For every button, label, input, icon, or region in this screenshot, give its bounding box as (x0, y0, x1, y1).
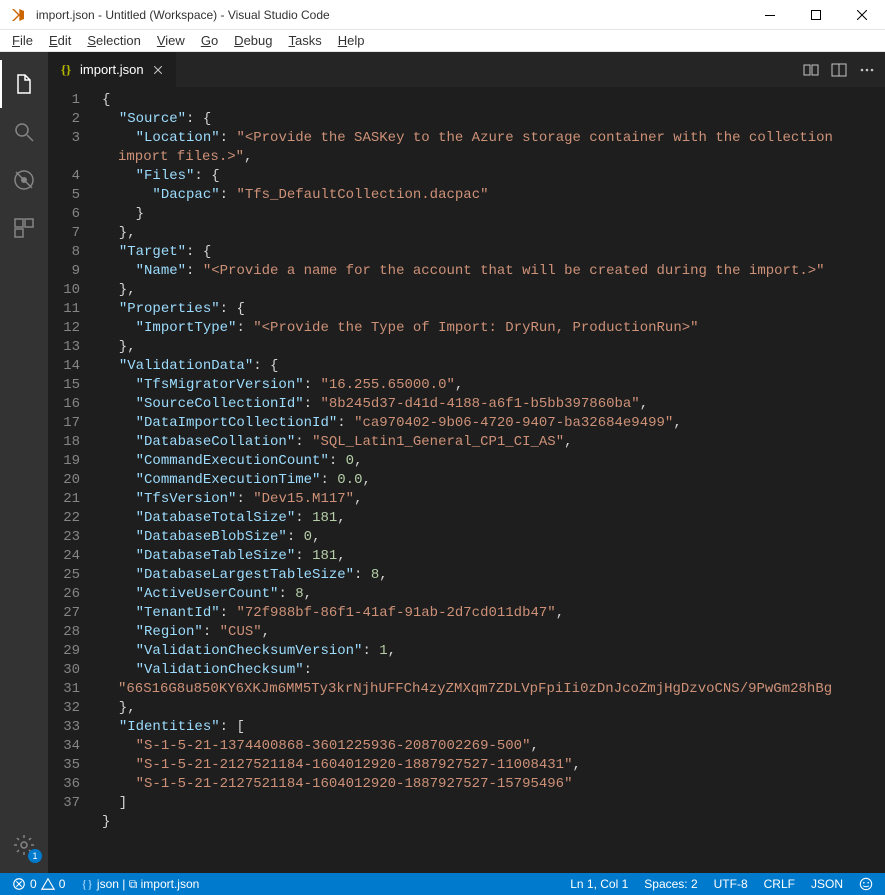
code-line[interactable]: "Location": "<Provide the SASKey to the … (102, 129, 885, 148)
code-line[interactable]: } (102, 205, 885, 224)
code-line[interactable]: "SourceCollectionId": "8b245d37-d41d-418… (102, 395, 885, 414)
menu-selection[interactable]: Selection (79, 31, 148, 50)
code-line[interactable]: "Properties": { (102, 300, 885, 319)
code-editor[interactable]: 1234567891011121314151617181920212223242… (48, 87, 885, 873)
menu-go[interactable]: Go (193, 31, 226, 50)
code-line[interactable]: "S-1-5-21-2127521184-1604012920-18879275… (102, 756, 885, 775)
code-line[interactable]: }, (102, 281, 885, 300)
code-line[interactable]: "Dacpac": "Tfs_DefaultCollection.dacpac" (102, 186, 885, 205)
editor-actions (803, 52, 885, 87)
extensions-icon[interactable] (0, 204, 48, 252)
warning-count: 0 (59, 877, 66, 891)
braces-icon: {} (58, 62, 74, 78)
main-area: 1 {} import.json 12345678910111213141516… (0, 52, 885, 873)
code-line[interactable]: "DatabaseCollation": "SQL_Latin1_General… (102, 433, 885, 452)
vscode-icon (6, 3, 30, 27)
status-bar: 0 0 {} json | ⧉ import.json Ln 1, Col 1 … (0, 873, 885, 895)
status-spaces[interactable]: Spaces: 2 (640, 877, 701, 891)
code-line[interactable]: "ActiveUserCount": 8, (102, 585, 885, 604)
code-line[interactable]: "TenantId": "72f988bf-86f1-41af-91ab-2d7… (102, 604, 885, 623)
split-editor-icon[interactable] (831, 62, 847, 78)
window-title: import.json - Untitled (Workspace) - Vis… (30, 8, 747, 22)
code-line[interactable]: "Identities": [ (102, 718, 885, 737)
code-line[interactable]: "Source": { (102, 110, 885, 129)
menu-view[interactable]: View (149, 31, 193, 50)
code-line[interactable]: }, (102, 224, 885, 243)
debug-icon[interactable] (0, 156, 48, 204)
update-badge: 1 (28, 849, 42, 863)
code-line[interactable]: "DatabaseBlobSize": 0, (102, 528, 885, 547)
menu-file[interactable]: File (4, 31, 41, 50)
code-line[interactable]: "Name": "<Provide a name for the account… (102, 262, 885, 281)
window-controls (747, 0, 885, 30)
code-line[interactable]: "Target": { (102, 243, 885, 262)
code-line[interactable]: "ValidationChecksumVersion": 1, (102, 642, 885, 661)
more-icon[interactable] (859, 62, 875, 78)
code-line[interactable]: import files.>", (102, 148, 885, 167)
close-tab-icon[interactable] (150, 62, 166, 78)
code-line[interactable]: "Files": { (102, 167, 885, 186)
code-line[interactable]: "66S16G8u850KY6XKJm6MM5Ty3krNjhUFFCh4zyZ… (102, 680, 885, 699)
activity-bar: 1 (0, 52, 48, 873)
status-path-text: json | ⧉ import.json (97, 877, 199, 892)
compare-icon[interactable] (803, 62, 819, 78)
status-encoding[interactable]: UTF-8 (710, 877, 752, 891)
tab-label: import.json (80, 62, 144, 77)
menu-tasks[interactable]: Tasks (280, 31, 329, 50)
code-line[interactable]: "ValidationChecksum": (102, 661, 885, 680)
code-line[interactable]: "S-1-5-21-2127521184-1604012920-18879275… (102, 775, 885, 794)
menu-edit[interactable]: Edit (41, 31, 79, 50)
title-bar: import.json - Untitled (Workspace) - Vis… (0, 0, 885, 30)
code-line[interactable]: "TfsMigratorVersion": "16.255.65000.0", (102, 376, 885, 395)
search-icon[interactable] (0, 108, 48, 156)
settings-gear-icon[interactable]: 1 (0, 821, 48, 869)
code-line[interactable]: "DatabaseTableSize": 181, (102, 547, 885, 566)
explorer-icon[interactable] (0, 60, 48, 108)
minimize-button[interactable] (747, 0, 793, 30)
code-line[interactable]: "ValidationData": { (102, 357, 885, 376)
minimap[interactable] (833, 87, 885, 873)
menu-help[interactable]: Help (330, 31, 373, 50)
editor-group: {} import.json 1234567891011121314151617… (48, 52, 885, 873)
code-line[interactable]: "DataImportCollectionId": "ca970402-9b06… (102, 414, 885, 433)
line-gutter: 1234567891011121314151617181920212223242… (48, 87, 98, 873)
close-button[interactable] (839, 0, 885, 30)
code-line[interactable]: "TfsVersion": "Dev15.M117", (102, 490, 885, 509)
code-line[interactable]: ] (102, 794, 885, 813)
code-line[interactable]: }, (102, 699, 885, 718)
error-count: 0 (30, 877, 37, 891)
code-line[interactable]: "DatabaseLargestTableSize": 8, (102, 566, 885, 585)
code-line[interactable]: "S-1-5-21-1374400868-3601225936-20870022… (102, 737, 885, 756)
menu-debug[interactable]: Debug (226, 31, 280, 50)
tab-importjson[interactable]: {} import.json (48, 52, 177, 87)
status-path[interactable]: {} json | ⧉ import.json (77, 877, 203, 892)
code-line[interactable]: "Region": "CUS", (102, 623, 885, 642)
code-line[interactable]: "ImportType": "<Provide the Type of Impo… (102, 319, 885, 338)
tab-bar: {} import.json (48, 52, 885, 87)
feedback-smile-icon[interactable] (855, 877, 877, 891)
status-language[interactable]: JSON (807, 877, 847, 891)
code-content[interactable]: { "Source": { "Location": "<Provide the … (98, 87, 885, 873)
code-line[interactable]: }, (102, 338, 885, 357)
code-line[interactable]: { (102, 91, 885, 110)
menu-bar: FileEditSelectionViewGoDebugTasksHelp (0, 30, 885, 52)
status-problems[interactable]: 0 0 (8, 877, 69, 891)
code-line[interactable]: "CommandExecutionCount": 0, (102, 452, 885, 471)
maximize-button[interactable] (793, 0, 839, 30)
code-line[interactable]: } (102, 813, 885, 832)
status-eol[interactable]: CRLF (760, 877, 799, 891)
status-lncol[interactable]: Ln 1, Col 1 (566, 877, 632, 891)
code-line[interactable]: "DatabaseTotalSize": 181, (102, 509, 885, 528)
code-line[interactable]: "CommandExecutionTime": 0.0, (102, 471, 885, 490)
